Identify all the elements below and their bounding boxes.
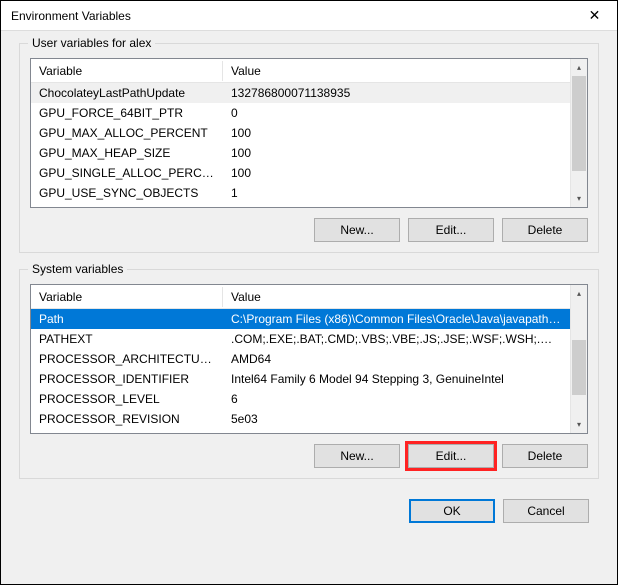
table-row[interactable]: PSModulePath %ProgramFiles%\WindowsPower… bbox=[31, 429, 570, 433]
user-group-legend: User variables for alex bbox=[28, 36, 155, 50]
dialog-footer: OK Cancel bbox=[19, 495, 599, 523]
table-row[interactable]: PROCESSOR_IDENTIFIER Intel64 Family 6 Mo… bbox=[31, 369, 570, 389]
system-variables-listview[interactable]: Variable Value Path C:\Program Files (x8… bbox=[30, 284, 588, 434]
system-scrollbar[interactable]: ▴ ▾ bbox=[570, 285, 587, 433]
scroll-down-icon[interactable]: ▾ bbox=[571, 416, 587, 433]
system-group-legend: System variables bbox=[28, 262, 127, 276]
user-delete-button[interactable]: Delete bbox=[502, 218, 588, 242]
table-row[interactable]: GPU_USE_SYNC_OBJECTS 1 bbox=[31, 183, 570, 203]
table-row[interactable]: OneDrive C:\Users\akova\OneDrive bbox=[31, 203, 570, 207]
table-row[interactable]: GPU_MAX_HEAP_SIZE 100 bbox=[31, 143, 570, 163]
user-scrollbar[interactable]: ▴ ▾ bbox=[570, 59, 587, 207]
user-button-row: New... Edit... Delete bbox=[30, 218, 588, 242]
cancel-button[interactable]: Cancel bbox=[503, 499, 589, 523]
user-list-header: Variable Value bbox=[31, 59, 570, 83]
system-delete-button[interactable]: Delete bbox=[502, 444, 588, 468]
table-row[interactable]: PROCESSOR_ARCHITECTURE AMD64 bbox=[31, 349, 570, 369]
close-button[interactable]: ✕ bbox=[572, 1, 617, 31]
ok-button[interactable]: OK bbox=[409, 499, 495, 523]
scroll-down-icon[interactable]: ▾ bbox=[571, 190, 587, 207]
user-col-value[interactable]: Value bbox=[223, 61, 570, 81]
system-col-value[interactable]: Value bbox=[223, 287, 570, 307]
table-row[interactable]: PROCESSOR_LEVEL 6 bbox=[31, 389, 570, 409]
user-col-variable[interactable]: Variable bbox=[31, 61, 223, 81]
table-row[interactable]: GPU_FORCE_64BIT_PTR 0 bbox=[31, 103, 570, 123]
user-edit-button[interactable]: Edit... bbox=[408, 218, 494, 242]
titlebar: Environment Variables ✕ bbox=[1, 1, 617, 31]
scroll-up-icon[interactable]: ▴ bbox=[571, 59, 587, 76]
user-variables-group: User variables for alex Variable Value C… bbox=[19, 43, 599, 253]
user-new-button[interactable]: New... bbox=[314, 218, 400, 242]
table-row[interactable]: GPU_SINGLE_ALLOC_PERCE... 100 bbox=[31, 163, 570, 183]
user-variables-listview[interactable]: Variable Value ChocolateyLastPathUpdate … bbox=[30, 58, 588, 208]
table-row[interactable]: Path C:\Program Files (x86)\Common Files… bbox=[31, 309, 570, 329]
table-row[interactable]: GPU_MAX_ALLOC_PERCENT 100 bbox=[31, 123, 570, 143]
scroll-thumb[interactable] bbox=[572, 76, 586, 171]
close-icon: ✕ bbox=[589, 7, 601, 24]
system-button-row: New... Edit... Delete bbox=[30, 444, 588, 468]
scroll-up-icon[interactable]: ▴ bbox=[571, 285, 587, 302]
dialog-content: User variables for alex Variable Value C… bbox=[1, 31, 617, 584]
system-list-header: Variable Value bbox=[31, 285, 570, 309]
system-new-button[interactable]: New... bbox=[314, 444, 400, 468]
table-row[interactable]: ChocolateyLastPathUpdate 132786800071138… bbox=[31, 83, 570, 103]
table-row[interactable]: PATHEXT .COM;.EXE;.BAT;.CMD;.VBS;.VBE;.J… bbox=[31, 329, 570, 349]
system-edit-button[interactable]: Edit... bbox=[408, 444, 494, 468]
system-variables-group: System variables Variable Value Path C:\… bbox=[19, 269, 599, 479]
system-col-variable[interactable]: Variable bbox=[31, 287, 223, 307]
table-row[interactable]: PROCESSOR_REVISION 5e03 bbox=[31, 409, 570, 429]
window-title: Environment Variables bbox=[11, 9, 572, 23]
scroll-thumb[interactable] bbox=[572, 340, 586, 395]
